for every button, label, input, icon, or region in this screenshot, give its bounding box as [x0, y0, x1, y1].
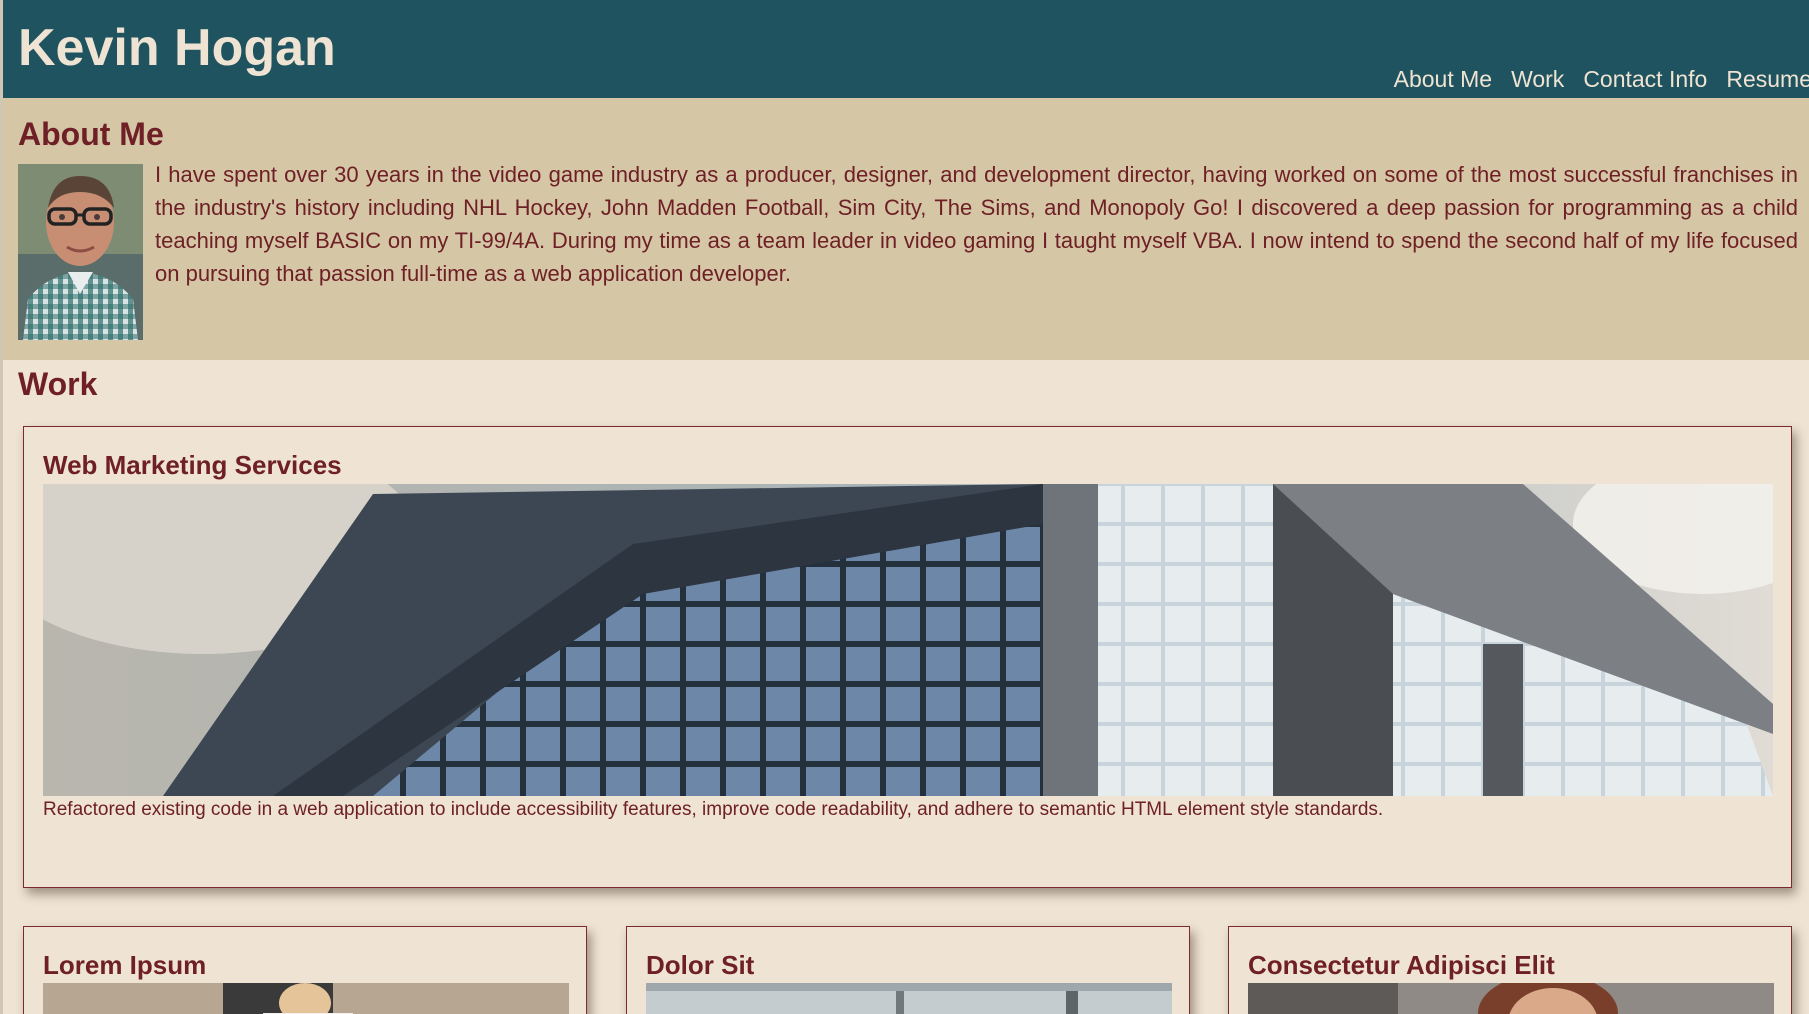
- about-text: I have spent over 30 years in the video …: [155, 162, 1798, 286]
- about-heading: About Me: [18, 116, 164, 152]
- project-image[interactable]: [43, 983, 569, 1014]
- work-heading: Work: [18, 366, 98, 402]
- profile-photo: [18, 164, 143, 340]
- main-nav: About Me Work Contact Info Resume: [1394, 66, 1809, 93]
- featured-project-image[interactable]: [43, 484, 1773, 796]
- page: Kevin Hogan About Me Work Contact Info R…: [0, 0, 1809, 1014]
- project-title: Consectetur Adipisci Elit: [1248, 950, 1555, 980]
- project-image[interactable]: [1248, 983, 1774, 1014]
- site-title: Kevin Hogan: [18, 19, 336, 77]
- nav-link-resume[interactable]: Resume: [1726, 66, 1809, 93]
- featured-project-description: Refactored existing code in a web applic…: [43, 799, 1384, 820]
- project-card-dolor-sit[interactable]: Dolor Sit: [626, 926, 1190, 1014]
- nav-link-about-me[interactable]: About Me: [1394, 66, 1492, 93]
- project-title: Lorem Ipsum: [43, 950, 207, 980]
- featured-project-card[interactable]: Web Marketing Services Refactored existi…: [23, 426, 1792, 888]
- site-header: Kevin Hogan About Me Work Contact Info R…: [3, 0, 1809, 98]
- nav-link-contact-info[interactable]: Contact Info: [1583, 66, 1707, 93]
- project-title: Dolor Sit: [646, 950, 755, 980]
- project-card-consectetur-adipisci-elit[interactable]: Consectetur Adipisci Elit: [1228, 926, 1792, 1014]
- about-section: About Me I have spent over 30 years in t…: [3, 98, 1809, 360]
- project-image[interactable]: [646, 983, 1172, 1014]
- featured-project-title: Web Marketing Services: [43, 450, 342, 480]
- nav-link-work[interactable]: Work: [1511, 66, 1564, 93]
- project-card-lorem-ipsum[interactable]: Lorem Ipsum: [23, 926, 587, 1014]
